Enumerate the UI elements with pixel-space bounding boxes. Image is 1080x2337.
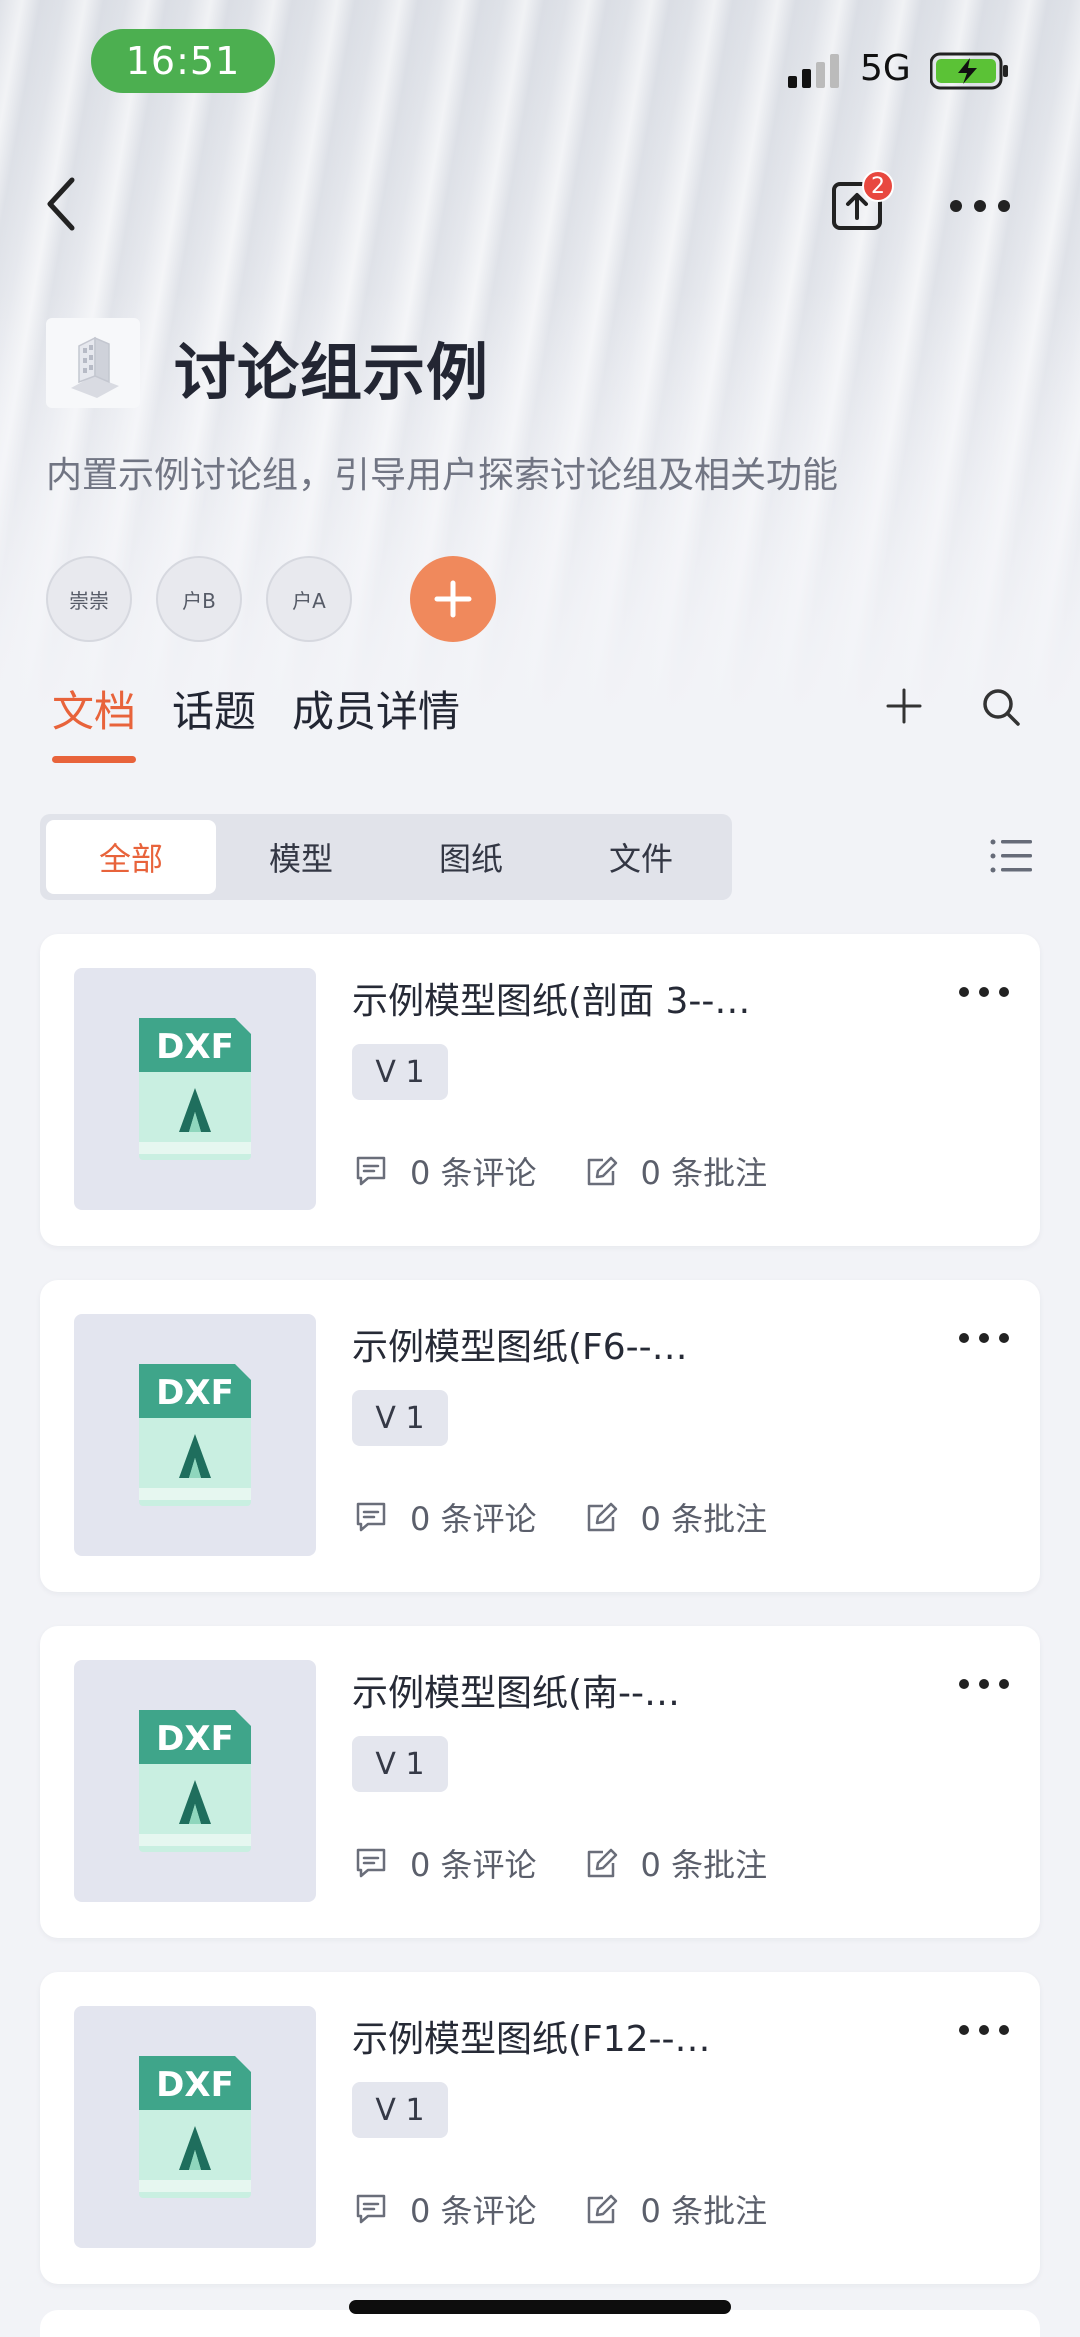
comment-count[interactable]: 0 条评论 xyxy=(354,1840,537,1886)
upload-badge: 2 xyxy=(862,170,894,202)
tab-topics[interactable]: 话题 xyxy=(172,678,256,763)
file-type-label: DXF xyxy=(156,1373,234,1413)
signal-icon xyxy=(788,54,839,88)
filter-all[interactable]: 全部 xyxy=(46,820,216,894)
annotation-count-label: 0 条批注 xyxy=(640,1154,768,1192)
comment-icon xyxy=(356,1848,386,1878)
battery-icon xyxy=(930,52,1008,90)
document-list: DXF 示例模型图纸(剖面 3--… V 1 0 条评论 0 条批注 DXF 示… xyxy=(40,934,1040,2318)
member-list: 崇崇 户B 户A xyxy=(46,556,496,642)
more-icon[interactable] xyxy=(958,1676,1010,1692)
dxf-file-icon: DXF xyxy=(139,2056,251,2198)
status-bar: 16:51 5G xyxy=(0,0,1080,130)
building-icon xyxy=(71,336,119,398)
document-card[interactable]: DXF 示例模型图纸(南--… V 1 0 条评论 0 条批注 xyxy=(40,1626,1040,1938)
comment-count-label: 0 条评论 xyxy=(410,1154,537,1192)
tab-member-details[interactable]: 成员详情 xyxy=(292,678,460,763)
dxf-file-icon: DXF xyxy=(139,1018,251,1160)
document-name: 示例模型图纸(F6--… xyxy=(352,1327,688,1368)
annotation-icon xyxy=(587,1156,617,1186)
document-card[interactable]: DXF 示例模型图纸(F6--… V 1 0 条评论 0 条批注 xyxy=(40,1280,1040,1592)
member-avatar[interactable]: 崇崇 xyxy=(46,556,132,642)
group-title: 讨论组示例 xyxy=(174,336,490,409)
comment-count[interactable]: 0 条评论 xyxy=(354,1148,537,1194)
more-icon[interactable] xyxy=(958,1330,1010,1346)
comment-count[interactable]: 0 条评论 xyxy=(354,2186,537,2232)
annotation-count[interactable]: 0 条批注 xyxy=(585,2186,768,2232)
document-stats: 0 条评论 0 条批注 xyxy=(354,1494,767,1540)
document-thumbnail: DXF xyxy=(74,1314,316,1556)
main-tabs: 文档 话题 成员详情 xyxy=(52,678,460,763)
comment-count[interactable]: 0 条评论 xyxy=(354,1494,537,1540)
annotation-count-label: 0 条批注 xyxy=(640,1846,768,1884)
dxf-file-icon: DXF xyxy=(139,1364,251,1506)
member-avatar[interactable]: 户B xyxy=(156,556,242,642)
version-badge: V 1 xyxy=(352,2082,448,2138)
more-icon[interactable] xyxy=(958,2022,1010,2038)
file-type-label: DXF xyxy=(156,2065,234,2105)
document-thumbnail: DXF xyxy=(74,1660,316,1902)
search-icon[interactable] xyxy=(980,686,1022,728)
document-stats: 0 条评论 0 条批注 xyxy=(354,2186,767,2232)
annotation-count-label: 0 条批注 xyxy=(640,1500,768,1538)
annotation-count[interactable]: 0 条批注 xyxy=(585,1840,768,1886)
group-description: 内置示例讨论组，引导用户探索讨论组及相关功能 xyxy=(46,455,839,496)
document-thumbnail: DXF xyxy=(74,968,316,1210)
home-indicator xyxy=(349,2300,731,2314)
document-stats: 0 条评论 0 条批注 xyxy=(354,1148,767,1194)
member-avatar[interactable]: 户A xyxy=(266,556,352,642)
list-view-icon[interactable] xyxy=(990,838,1032,874)
file-type-label: DXF xyxy=(156,1719,234,1759)
version-badge: V 1 xyxy=(352,1044,448,1100)
annotation-count[interactable]: 0 条批注 xyxy=(585,1148,768,1194)
comment-icon xyxy=(356,1502,386,1532)
document-card[interactable] xyxy=(40,2310,1040,2337)
more-icon[interactable] xyxy=(958,984,1010,1000)
comment-icon xyxy=(356,1156,386,1186)
filter-models[interactable]: 模型 xyxy=(216,820,386,894)
annotation-count[interactable]: 0 条批注 xyxy=(585,1494,768,1540)
comment-count-label: 0 条评论 xyxy=(410,1500,537,1538)
discussion-group-page: 16:51 5G 2 讨论组示例 内置示例讨论组，引导用户探索讨论组及相关功能 … xyxy=(0,0,1080,2337)
document-thumbnail: DXF xyxy=(74,2006,316,2248)
filter-files[interactable]: 文件 xyxy=(556,820,726,894)
filter-drawings[interactable]: 图纸 xyxy=(386,820,556,894)
annotation-count-label: 0 条批注 xyxy=(640,2192,768,2230)
back-icon[interactable] xyxy=(40,172,84,236)
status-time: 16:51 xyxy=(91,29,275,93)
document-filter: 全部 模型 图纸 文件 xyxy=(40,814,732,900)
annotation-icon xyxy=(587,1848,617,1878)
annotation-icon xyxy=(587,2194,617,2224)
tab-documents[interactable]: 文档 xyxy=(52,678,137,763)
comment-count-label: 0 条评论 xyxy=(410,1846,537,1884)
file-type-label: DXF xyxy=(156,1027,234,1067)
document-name: 示例模型图纸(剖面 3--… xyxy=(352,981,751,1022)
version-badge: V 1 xyxy=(352,1390,448,1446)
add-member-button[interactable] xyxy=(410,556,496,642)
document-name: 示例模型图纸(南--… xyxy=(352,1673,681,1714)
add-icon[interactable] xyxy=(884,686,924,726)
dxf-file-icon: DXF xyxy=(139,1710,251,1852)
more-icon[interactable] xyxy=(948,196,1012,216)
document-card[interactable]: DXF 示例模型图纸(剖面 3--… V 1 0 条评论 0 条批注 xyxy=(40,934,1040,1246)
version-badge: V 1 xyxy=(352,1736,448,1792)
annotation-icon xyxy=(587,1502,617,1532)
network-type: 5G xyxy=(860,48,911,89)
document-card[interactable]: DXF 示例模型图纸(F12--… V 1 0 条评论 0 条批注 xyxy=(40,1972,1040,2284)
document-name: 示例模型图纸(F12--… xyxy=(352,2019,711,2060)
comment-count-label: 0 条评论 xyxy=(410,2192,537,2230)
comment-icon xyxy=(356,2194,386,2224)
plus-icon xyxy=(434,580,472,618)
document-stats: 0 条评论 0 条批注 xyxy=(354,1840,767,1886)
group-logo xyxy=(46,318,140,408)
